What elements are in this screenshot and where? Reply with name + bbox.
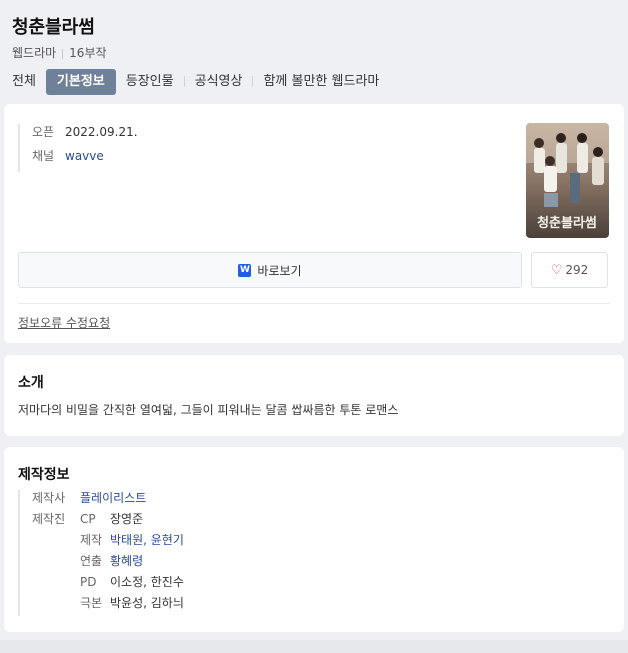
channel-link[interactable]: wavve bbox=[65, 148, 104, 172]
tab-characters[interactable]: 등장인물 bbox=[116, 69, 184, 95]
meta-divider bbox=[62, 48, 64, 59]
card-divider bbox=[18, 303, 610, 304]
page-title: 청춘블라썸 bbox=[12, 17, 95, 38]
staff-role: 극본 bbox=[80, 596, 103, 610]
like-button[interactable]: ♡ 292 bbox=[531, 252, 608, 288]
tab-all[interactable]: 전체 bbox=[12, 69, 46, 95]
heart-icon: ♡ bbox=[550, 262, 563, 278]
company-label: 제작사 bbox=[32, 491, 66, 505]
production-card: 제작정보 제작사 플레이리스트 제작진 CP 장영준 제작 박태원, 윤현기 연… bbox=[4, 447, 624, 632]
tab-bar: 전체 기본정보 등장인물 공식영상 함께 볼만한 웹드라마 bbox=[12, 68, 616, 95]
staff-names: 이소정, 한진수 bbox=[110, 575, 184, 589]
open-date-row: 오픈 2022.09.21. bbox=[32, 124, 138, 148]
tab-related-dramas[interactable]: 함께 볼만한 웹드라마 bbox=[253, 69, 389, 95]
staff-list: CP 장영준 제작 박태원, 윤현기 연출 황혜령 PD 이소정, 한진수 극본 bbox=[80, 511, 184, 616]
poster-image[interactable]: 청춘블라썸 bbox=[526, 123, 609, 238]
open-date: 2022.09.21. bbox=[65, 125, 138, 139]
staff-item: 제작 박태원, 윤현기 bbox=[80, 532, 184, 553]
like-count: 292 bbox=[565, 263, 589, 277]
channel-row: 채널 wavve bbox=[32, 148, 138, 172]
production-title: 제작정보 bbox=[18, 467, 70, 483]
info-rows: 오픈 2022.09.21. 채널 wavve bbox=[18, 124, 138, 172]
meta-info: 웹드라마 16부작 bbox=[12, 44, 616, 62]
poster-art-icon: 청춘블라썸 bbox=[526, 123, 609, 238]
watch-now-button[interactable]: W 바로보기 bbox=[18, 252, 522, 288]
basic-info-card: 오픈 2022.09.21. 채널 wavve 청춘블라썸 W 바로보기 ♡ 2… bbox=[4, 104, 624, 343]
poster-title: 청춘블라썸 bbox=[537, 215, 597, 231]
staff-row: 제작진 CP 장영준 제작 박태원, 윤현기 연출 황혜령 PD 이소정, 한진… bbox=[32, 511, 184, 616]
tab-basic-info[interactable]: 기본정보 bbox=[45, 68, 116, 95]
company-row: 제작사 플레이리스트 bbox=[32, 490, 184, 511]
intro-card: 소개 저마다의 비밀을 간직한 열여덟, 그들이 피워내는 달콤 쌉싸름한 투톤… bbox=[4, 355, 624, 436]
genre-text: 웹드라마 bbox=[12, 46, 57, 60]
header: 청춘블라썸 웹드라마 16부작 전체 기본정보 등장인물 공식영상 함께 볼만한 … bbox=[0, 0, 628, 95]
staff-names-link[interactable]: 박태원, 윤현기 bbox=[110, 532, 184, 553]
watch-now-label: 바로보기 bbox=[257, 263, 302, 278]
staff-role: PD bbox=[80, 575, 97, 589]
staff-role: 연출 bbox=[80, 554, 103, 568]
wavve-logo-icon: W bbox=[238, 263, 252, 277]
channel-label: 채널 bbox=[32, 149, 55, 163]
report-error-link[interactable]: 정보오류 수정요청 bbox=[18, 314, 110, 331]
production-block: 제작사 플레이리스트 제작진 CP 장영준 제작 박태원, 윤현기 연출 황혜령 bbox=[18, 490, 184, 616]
episode-count: 16부작 bbox=[69, 46, 107, 60]
open-label: 오픈 bbox=[32, 125, 55, 139]
staff-item: PD 이소정, 한진수 bbox=[80, 574, 184, 595]
staff-item: 연출 황혜령 bbox=[80, 553, 184, 574]
intro-title: 소개 bbox=[18, 375, 44, 391]
tab-official-videos[interactable]: 공식영상 bbox=[185, 69, 253, 95]
staff-names: 박윤성, 김하늬 bbox=[110, 596, 184, 610]
staff-role: CP bbox=[80, 512, 96, 526]
company-link[interactable]: 플레이리스트 bbox=[80, 490, 146, 511]
bottom-strip bbox=[0, 640, 628, 653]
staff-item: 극본 박윤성, 김하늬 bbox=[80, 595, 184, 616]
staff-names-link[interactable]: 황혜령 bbox=[110, 553, 143, 574]
staff-role: 제작 bbox=[80, 533, 103, 547]
staff-label: 제작진 bbox=[32, 512, 66, 526]
staff-item: CP 장영준 bbox=[80, 511, 184, 532]
intro-text: 저마다의 비밀을 간직한 열여덟, 그들이 피워내는 달콤 쌉싸름한 투톤 로맨… bbox=[18, 403, 399, 417]
staff-names: 장영준 bbox=[110, 512, 144, 526]
